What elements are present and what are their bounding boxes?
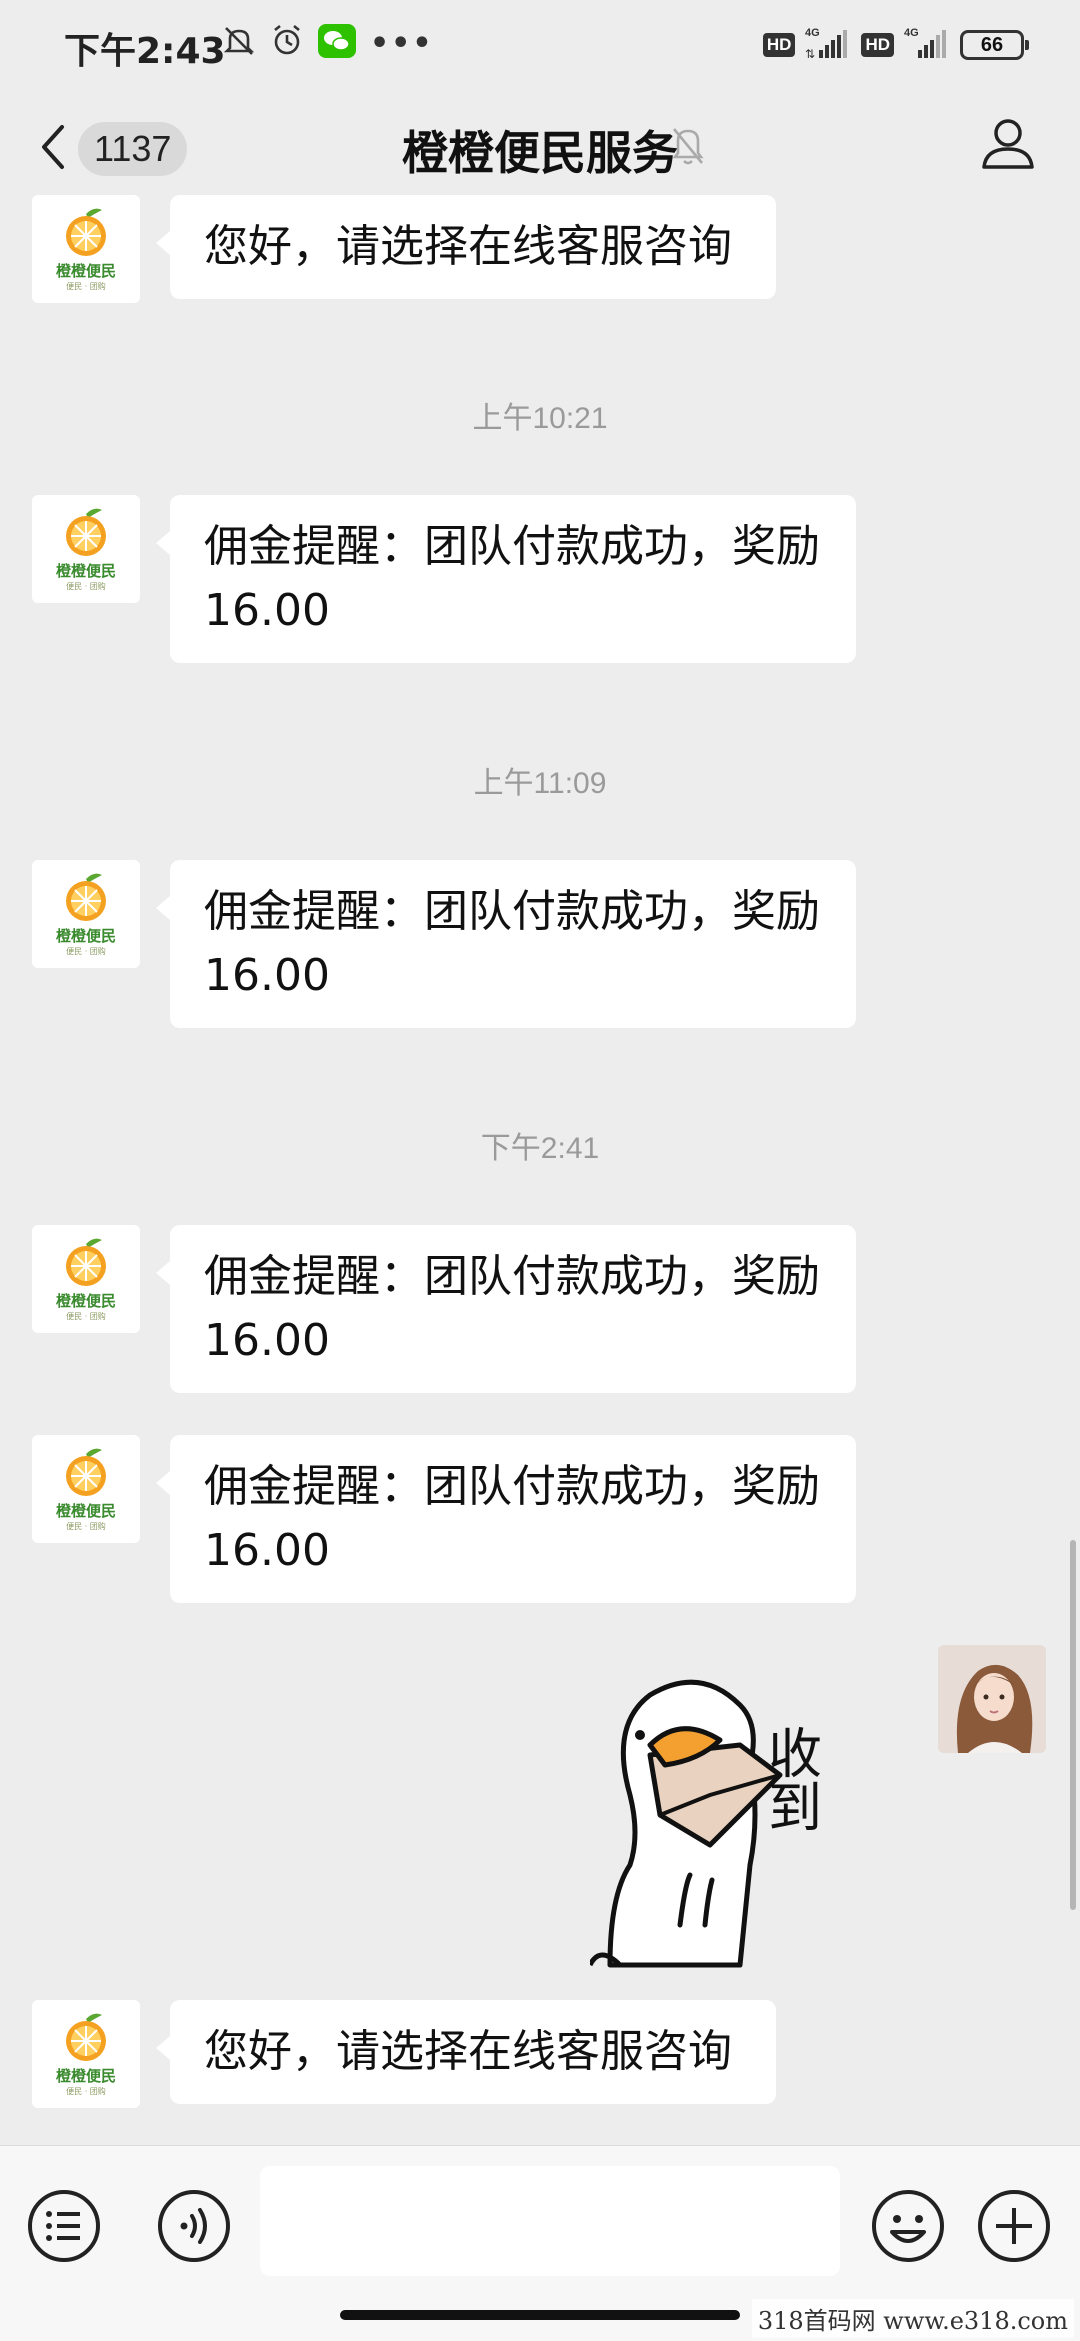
status-bar: 下午2:43 ••• HD 4G ⇅ HD 4G 66: [0, 0, 1080, 95]
battery-indicator: 66: [960, 30, 1029, 60]
status-icons-left: •••: [222, 24, 434, 62]
avatar-brand: 橙橙便民: [55, 1502, 116, 1520]
page-title: 橙橙便民服务: [402, 126, 678, 180]
message-text-line: 佣金提醒：团队付款成功，奖励: [204, 521, 820, 572]
avatar-subtitle: 便民 · 团购: [66, 947, 106, 956]
orange-logo-icon: [66, 1448, 106, 1496]
message-text-line: 16.00: [204, 1315, 330, 1366]
avatar-brand: 橙橙便民: [55, 2067, 116, 2085]
official-account-avatar[interactable]: 橙橙便民 便民 · 团购: [32, 1225, 140, 1333]
message-text-line: 16.00: [204, 950, 330, 1001]
chat-header: 1137 橙橙便民服务: [0, 95, 1080, 205]
avatar-brand: 橙橙便民: [55, 927, 116, 945]
user-photo: [938, 1645, 1046, 1753]
more-notifications-icon: •••: [370, 25, 434, 61]
avatar-brand: 橙橙便民: [55, 262, 116, 280]
avatar-subtitle: 便民 · 团购: [66, 1312, 106, 1321]
network-type: 4G: [904, 27, 919, 39]
official-account-avatar[interactable]: 橙橙便民 便民 · 团购: [32, 1435, 140, 1543]
orange-logo-icon: [66, 1238, 106, 1286]
official-account-avatar[interactable]: 橙橙便民 便民 · 团购: [32, 495, 140, 603]
orange-logo-icon: [66, 873, 106, 921]
message-text-line: 佣金提醒：团队付款成功，奖励: [204, 1461, 820, 1512]
home-indicator[interactable]: [340, 2310, 740, 2320]
message-text-line: 佣金提醒：团队付款成功，奖励: [204, 886, 820, 937]
smiley-icon: [872, 2190, 944, 2262]
orange-logo-icon: [66, 208, 106, 256]
duck-sticker[interactable]: 收到: [587, 1645, 910, 1975]
message-text-line: 佣金提醒：团队付款成功，奖励: [204, 1251, 820, 1302]
message-bubble[interactable]: 您好，请选择在线客服咨询: [156, 195, 776, 299]
alarm-clock-icon: [270, 24, 304, 62]
signal-icon-sim2: 4G: [904, 26, 950, 64]
avatar-subtitle: 便民 · 团购: [66, 2087, 106, 2096]
official-account-avatar[interactable]: 橙橙便民 便民 · 团购: [32, 860, 140, 968]
avatar-subtitle: 便民 · 团购: [66, 282, 106, 291]
message-bubble[interactable]: 佣金提醒：团队付款成功，奖励 16.00: [156, 1435, 856, 1603]
message-input[interactable]: [260, 2166, 840, 2276]
avatar-subtitle: 便民 · 团购: [66, 1522, 106, 1531]
signal-icon-sim1: 4G ⇅: [805, 26, 851, 64]
mute-bell-icon: [670, 123, 706, 171]
message-bubble[interactable]: 佣金提醒：团队付款成功，奖励 16.00: [156, 860, 856, 1028]
sticker-caption: 收到: [759, 1725, 822, 1833]
status-time: 下午2:43: [64, 31, 226, 72]
official-account-avatar[interactable]: 橙橙便民 便民 · 团购: [32, 2000, 140, 2108]
self-avatar[interactable]: [938, 1645, 1046, 1753]
menu-toggle-button[interactable]: [24, 2186, 104, 2266]
duck-sticker-image: 收到: [587, 1679, 822, 1968]
voice-icon: [158, 2190, 230, 2262]
official-account-avatar[interactable]: 橙橙便民 便民 · 团购: [32, 195, 140, 303]
orange-logo-icon: [66, 2013, 106, 2061]
message-timestamp: 上午11:09: [473, 767, 607, 800]
avatar-brand: 橙橙便民: [55, 562, 116, 580]
profile-button[interactable]: [976, 111, 1040, 179]
message-text-line: 16.00: [204, 1525, 330, 1576]
message-timestamp: 下午2:41: [480, 1132, 600, 1165]
avatar-brand: 橙橙便民: [55, 1292, 116, 1310]
avatar-subtitle: 便民 · 团购: [66, 582, 106, 591]
voice-button[interactable]: [154, 2186, 234, 2266]
user-icon: [976, 119, 1040, 179]
plus-icon: [978, 2190, 1050, 2262]
orange-logo-icon: [66, 508, 106, 556]
hd-icon-2: HD: [861, 33, 894, 57]
message-bubble[interactable]: 您好，请选择在线客服咨询: [156, 2000, 776, 2104]
message-text-line: 16.00: [204, 585, 330, 636]
message-bubble[interactable]: 佣金提醒：团队付款成功，奖励 16.00: [156, 495, 856, 663]
svg-text:⇅: ⇅: [805, 47, 815, 60]
chat-messages[interactable]: 橙橙便民 便民 · 团购 您好，请选择在线客服咨询 上午10:21 橙橙便民 便…: [0, 195, 1080, 2145]
list-menu-icon: [28, 2190, 100, 2262]
svg-text:4G: 4G: [805, 27, 820, 39]
hd-icon: HD: [762, 33, 796, 57]
watermark: 318首码网 www.e318.com: [751, 2299, 1074, 2338]
emoji-button[interactable]: [868, 2186, 948, 2266]
status-icons-right: HD 4G ⇅ HD 4G 66: [762, 26, 1029, 64]
message-timestamp: 上午10:21: [472, 402, 608, 435]
scrollbar-thumb[interactable]: [1070, 1540, 1076, 1910]
more-actions-button[interactable]: [974, 2186, 1054, 2266]
bell-off-icon: [222, 24, 256, 62]
wechat-icon: [318, 24, 356, 62]
message-bubble[interactable]: 佣金提醒：团队付款成功，奖励 16.00: [156, 1225, 856, 1393]
